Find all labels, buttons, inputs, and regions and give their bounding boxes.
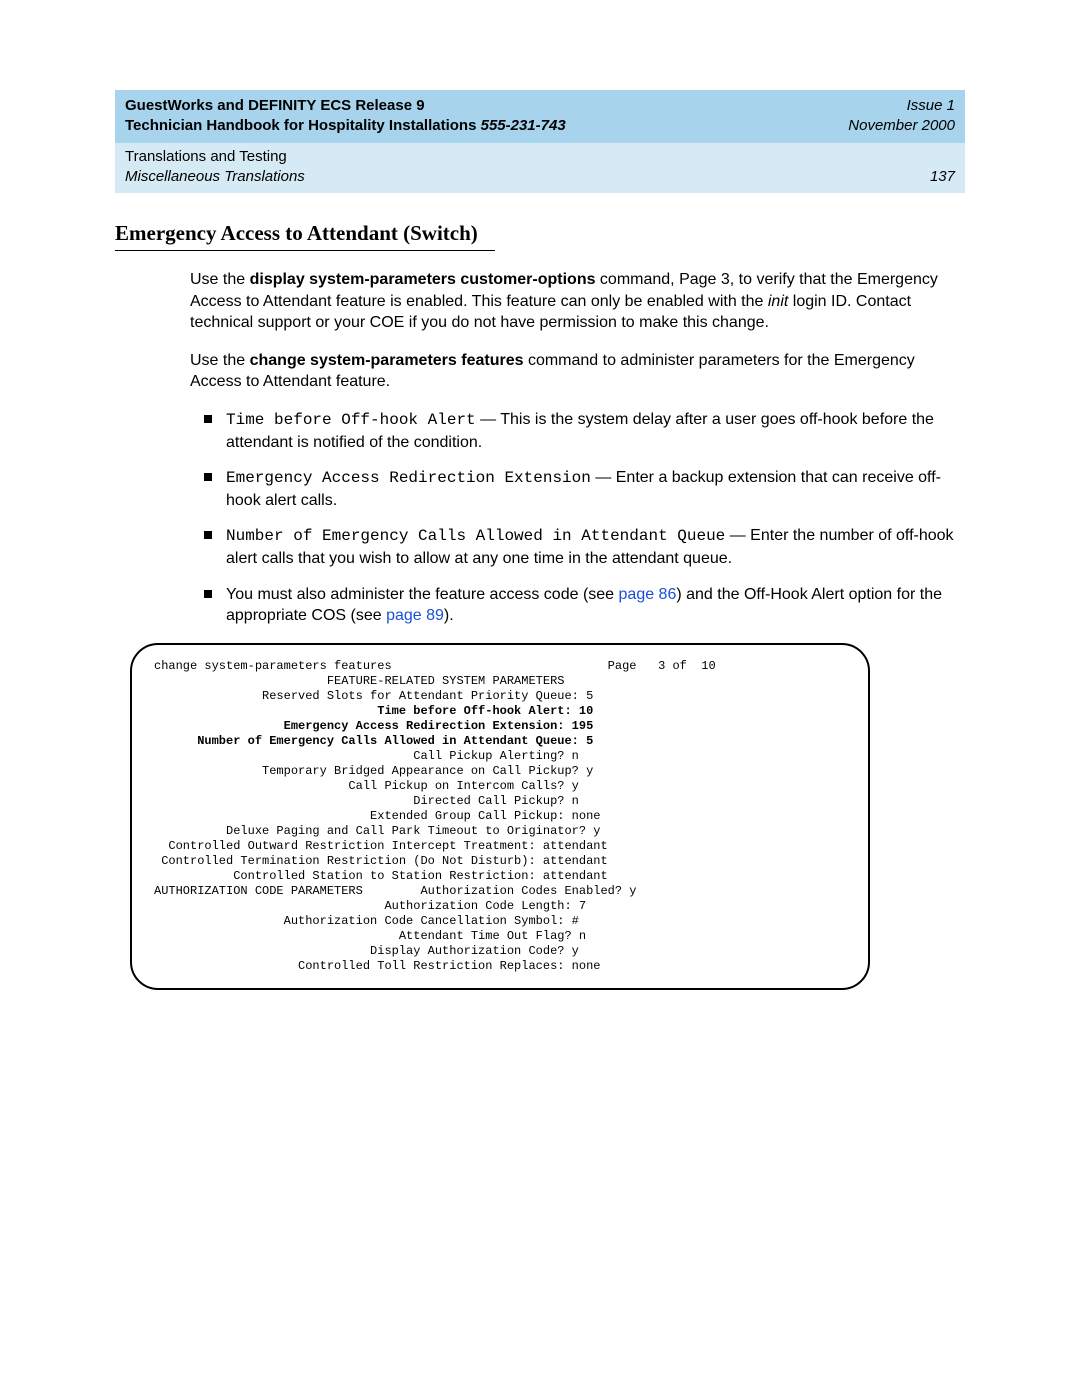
title-rule	[115, 250, 495, 251]
paragraph-1: Use the display system-parameters custom…	[190, 269, 965, 334]
terminal-screen-wrap: change system-parameters features Page 3…	[130, 643, 870, 990]
page-link-89[interactable]: page 89	[386, 607, 444, 624]
list-item: Number of Emergency Calls Allowed in Att…	[190, 525, 965, 569]
list-item: You must also administer the feature acc…	[190, 584, 965, 627]
page-subheader: Translations and Testing Miscellaneous T…	[115, 143, 965, 194]
header-title-line2: Technician Handbook for Hospitality Inst…	[125, 116, 566, 136]
list-item: Time before Off-hook Alert — This is the…	[190, 409, 965, 453]
list-item: Emergency Access Redirection Extension —…	[190, 467, 965, 511]
page-number: 137	[930, 167, 955, 187]
bullet-list: Time before Off-hook Alert — This is the…	[190, 409, 965, 627]
header-date: November 2000	[848, 116, 955, 136]
chapter-name: Translations and Testing	[125, 147, 287, 167]
page-link-86[interactable]: page 86	[619, 586, 677, 603]
header-title-line1: GuestWorks and DEFINITY ECS Release 9	[125, 96, 425, 116]
header-issue: Issue 1	[907, 96, 955, 116]
page-header: GuestWorks and DEFINITY ECS Release 9 Is…	[115, 90, 965, 143]
body-text: Use the display system-parameters custom…	[190, 269, 965, 990]
terminal-screen: change system-parameters features Page 3…	[130, 643, 870, 990]
page: GuestWorks and DEFINITY ECS Release 9 Is…	[0, 0, 1080, 1090]
paragraph-2: Use the change system-parameters feature…	[190, 350, 965, 393]
section-name: Miscellaneous Translations	[125, 167, 305, 187]
section-title: Emergency Access to Attendant (Switch)	[115, 221, 965, 246]
